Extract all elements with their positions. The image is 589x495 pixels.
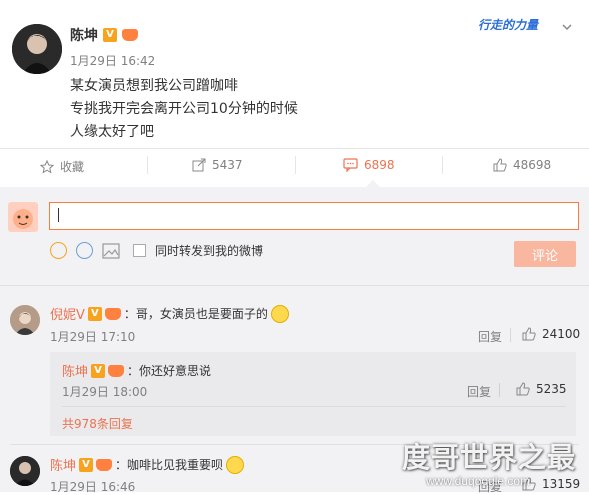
star-icon: [40, 159, 54, 174]
post-line: 专挑我开完会离开公司10分钟的时候: [70, 101, 298, 117]
comment-time[interactable]: 1月29日 16:46: [50, 478, 135, 495]
image-icon[interactable]: [102, 242, 120, 259]
reply-button[interactable]: 回复: [478, 478, 502, 495]
comment-count: 6898: [364, 158, 395, 172]
comment-like-count: 13159: [542, 477, 581, 491]
repost-icon: [192, 158, 206, 172]
reply-text: ：你还好意思说: [127, 364, 212, 378]
banner-text: 行走的力量: [478, 17, 539, 32]
my-avatar: [8, 202, 38, 232]
reply-divider: [62, 406, 566, 407]
action-divider: [499, 383, 500, 397]
repost-checkbox[interactable]: [133, 244, 146, 257]
favorite-button[interactable]: 收藏: [40, 158, 84, 175]
emoji-icon[interactable]: [50, 242, 67, 259]
laugh-emoji-icon: [226, 455, 245, 474]
more-replies-link[interactable]: 共978条回复: [62, 415, 133, 432]
activity-banner[interactable]: 行走的力量: [478, 10, 558, 38]
action-divider: [147, 156, 148, 174]
member-crown-icon: [122, 29, 138, 41]
action-divider: [295, 156, 296, 174]
also-repost-label: 同时转发到我的微博: [155, 244, 264, 258]
comment-text: ：哥，女演员也是要面子的: [123, 307, 268, 321]
active-tab-arrow: [366, 180, 380, 187]
commenter-name[interactable]: 倪妮V: [50, 304, 85, 323]
comment-button[interactable]: 6898: [343, 158, 395, 172]
action-divider: [442, 156, 443, 174]
reply-button[interactable]: 回复: [467, 383, 491, 400]
composer-divider: [0, 285, 589, 286]
post-author-name[interactable]: 陈坤: [70, 25, 98, 45]
reply-like-count: 5235: [536, 382, 567, 396]
post-content: 某女演员想到我公司蹭咖啡 专挑我开完会离开公司10分钟的时候 人缘太好了吧: [70, 75, 298, 144]
submit-comment-button[interactable]: 评论: [514, 241, 576, 267]
commenter-name[interactable]: 陈坤: [50, 455, 76, 474]
reply-time[interactable]: 1月29日 18:00: [62, 383, 147, 400]
comment-input[interactable]: [49, 202, 579, 230]
like-count: 48698: [513, 158, 552, 172]
action-divider: [510, 328, 511, 342]
post-line: 某女演员想到我公司蹭咖啡: [70, 78, 238, 94]
member-crown-icon: [96, 458, 113, 471]
vip-badge-icon: V: [87, 306, 102, 321]
gif-icon[interactable]: [76, 242, 93, 259]
reply-author-name[interactable]: 陈坤: [62, 361, 88, 380]
reply-button[interactable]: 回复: [478, 328, 502, 345]
vip-badge-icon: V: [91, 363, 106, 378]
comment-like-button[interactable]: 13159: [522, 477, 580, 491]
favorite-label: 收藏: [60, 160, 85, 174]
comment-time[interactable]: 1月29日 17:10: [50, 328, 135, 345]
repost-button[interactable]: 5437: [192, 158, 243, 172]
comment-like-button[interactable]: 24100: [522, 327, 580, 341]
thumbs-up-icon: [522, 477, 536, 491]
commenter-avatar[interactable]: [10, 305, 40, 335]
action-bar-top-divider: [0, 148, 589, 149]
post-author-avatar[interactable]: [12, 24, 62, 74]
reply-like-button[interactable]: 5235: [516, 382, 567, 396]
vip-badge-icon: V: [103, 28, 117, 42]
post-time[interactable]: 1月29日 16:42: [70, 52, 155, 69]
repost-count: 5437: [212, 158, 243, 172]
text-cursor: [58, 208, 59, 222]
thumbs-up-icon: [516, 382, 530, 396]
member-crown-icon: [108, 364, 125, 377]
comment-icon: [343, 158, 358, 172]
comment-divider: [10, 444, 579, 445]
like-button[interactable]: 48698: [493, 158, 551, 172]
member-crown-icon: [104, 307, 121, 320]
comment-text: ：咖啡比见我重要呗: [115, 458, 224, 472]
smile-emoji-icon: [270, 304, 289, 323]
chevron-down-icon[interactable]: [562, 17, 572, 31]
post-line: 人缘太好了吧: [70, 124, 154, 140]
vip-badge-icon: V: [79, 457, 94, 472]
thumbs-up-icon: [522, 327, 536, 341]
comment-like-count: 24100: [542, 327, 581, 341]
thumbs-up-icon: [493, 158, 507, 172]
commenter-avatar[interactable]: [10, 456, 40, 486]
